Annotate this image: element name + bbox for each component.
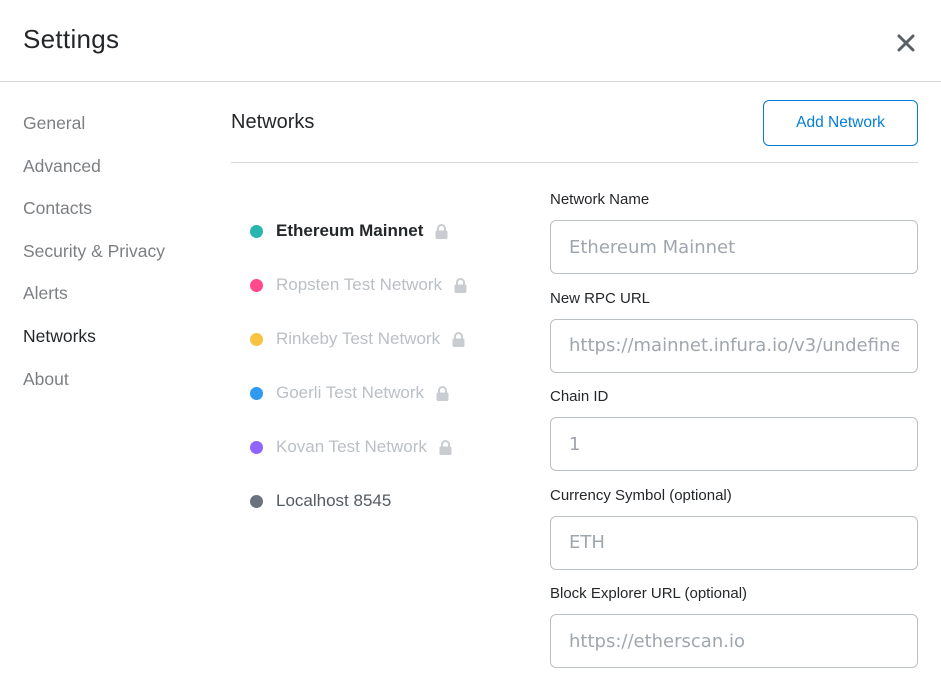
network-item-kovan[interactable]: Kovan Test Network: [250, 420, 510, 474]
sidebar-item-about[interactable]: About: [23, 366, 213, 409]
close-button[interactable]: [891, 30, 921, 56]
network-name-label: Network Name: [550, 191, 650, 208]
rpc-url-input[interactable]: [550, 318, 918, 373]
network-label: Localhost 8545: [276, 491, 392, 510]
lock-icon: [452, 331, 465, 347]
divider: [231, 162, 918, 163]
currency-symbol-label: Currency Symbol (optional): [550, 486, 732, 504]
network-item-ethereum-mainnet[interactable]: Ethereum Mainnet: [250, 204, 510, 258]
settings-header: Settings: [0, 0, 941, 82]
network-color-dot: [250, 224, 263, 238]
network-item-ropsten[interactable]: Ropsten Test Network: [250, 258, 510, 312]
chain-id-input[interactable]: [550, 417, 918, 471]
sidebar-item-general[interactable]: General: [23, 110, 213, 153]
lock-icon: [435, 223, 448, 239]
network-label: Kovan Test Network: [276, 437, 427, 456]
block-explorer-label: Block Explorer URL (optional): [550, 585, 748, 602]
network-item-goerli[interactable]: Goerli Test Network: [250, 366, 510, 420]
network-color-dot: [250, 278, 263, 292]
rpc-url-label: New RPC URL: [550, 289, 651, 307]
lock-icon: [439, 439, 452, 455]
network-form: Network Name New RPC URL Chain ID Curren…: [550, 190, 918, 683]
chain-id-label: Chain ID: [550, 388, 609, 405]
sidebar-item-contacts[interactable]: Contacts: [23, 195, 213, 238]
lock-icon: [454, 277, 467, 293]
network-item-localhost[interactable]: Localhost 8545: [250, 474, 510, 528]
lock-icon: [436, 385, 449, 401]
network-name-input[interactable]: [550, 220, 918, 274]
sidebar-item-networks[interactable]: Networks: [23, 323, 213, 366]
add-network-button[interactable]: Add Network: [763, 100, 918, 146]
currency-symbol-input[interactable]: [550, 515, 918, 570]
settings-sidebar: General Advanced Contacts Security & Pri…: [23, 110, 213, 408]
network-color-dot: [250, 332, 263, 346]
network-item-rinkeby[interactable]: Rinkeby Test Network: [250, 312, 510, 366]
network-color-dot: [250, 386, 263, 400]
network-list: Ethereum Mainnet Ropsten Test Network Ri…: [250, 204, 510, 528]
network-color-dot: [250, 494, 263, 508]
network-color-dot: [250, 440, 263, 454]
network-label: Ropsten Test Network: [276, 275, 442, 294]
close-icon: [897, 34, 915, 52]
sidebar-item-alerts[interactable]: Alerts: [23, 280, 213, 323]
page-title: Settings: [23, 24, 120, 54]
sidebar-item-advanced[interactable]: Advanced: [23, 153, 213, 196]
section-title: Networks: [231, 111, 315, 133]
block-explorer-input[interactable]: [550, 614, 918, 668]
sidebar-item-security-privacy[interactable]: Security & Privacy: [23, 238, 213, 281]
network-label: Goerli Test Network: [276, 383, 425, 402]
network-label: Rinkeby Test Network: [276, 329, 441, 348]
network-label: Ethereum Mainnet: [276, 221, 424, 240]
